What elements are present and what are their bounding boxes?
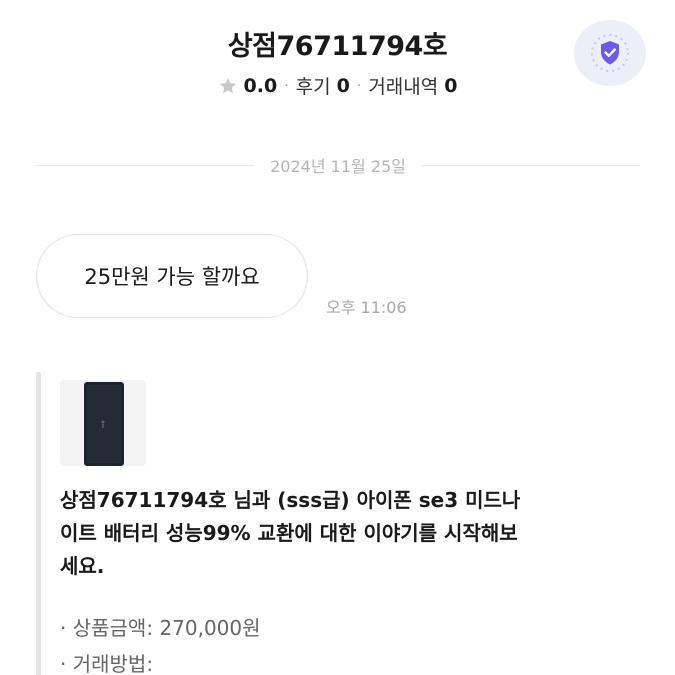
trades-label[interactable]: 거래내역 — [368, 72, 438, 99]
date-divider: 2024년 11월 25일 — [36, 150, 640, 180]
message-time: 오후 11:06 — [326, 298, 407, 317]
divider-line — [421, 164, 640, 166]
price-label: · 상품금액: — [60, 616, 160, 640]
separator: · — [284, 77, 289, 94]
trade-method-row: · 거래방법: — [60, 648, 153, 675]
divider-line — [36, 164, 255, 166]
message-bubble[interactable]: 25만원 가능 할까요 — [36, 234, 308, 318]
price-value: 270,000원 — [159, 616, 261, 640]
product-card[interactable]: 상점76711794호 님과 (sss급) 아이폰 se3 미드나이트 배터리 … — [36, 372, 640, 675]
verify-button[interactable] — [574, 20, 646, 86]
chat-date: 2024년 11월 25일 — [270, 157, 406, 176]
card-title: 상점76711794호 님과 (sss급) 아이폰 se3 미드나이트 배터리 … — [60, 488, 521, 578]
product-thumbnail[interactable] — [60, 380, 146, 466]
message-text: 25만원 가능 할까요 — [84, 265, 260, 289]
trades-count[interactable]: 0 — [444, 75, 457, 97]
card-accent-bar — [36, 372, 41, 675]
shop-stats: 0.0 · 후기 0 · 거래내역 0 — [0, 72, 675, 99]
rating-value: 0.0 — [243, 74, 278, 97]
reviews-label[interactable]: 후기 — [296, 72, 331, 99]
star-icon — [219, 77, 236, 93]
shield-check-icon — [591, 34, 629, 72]
separator: · — [356, 77, 362, 94]
reviews-count[interactable]: 0 — [337, 75, 350, 97]
trade-method-label: · 거래방법: — [60, 652, 154, 675]
price-row: · 상품금액: 270,000원 — [60, 612, 261, 641]
